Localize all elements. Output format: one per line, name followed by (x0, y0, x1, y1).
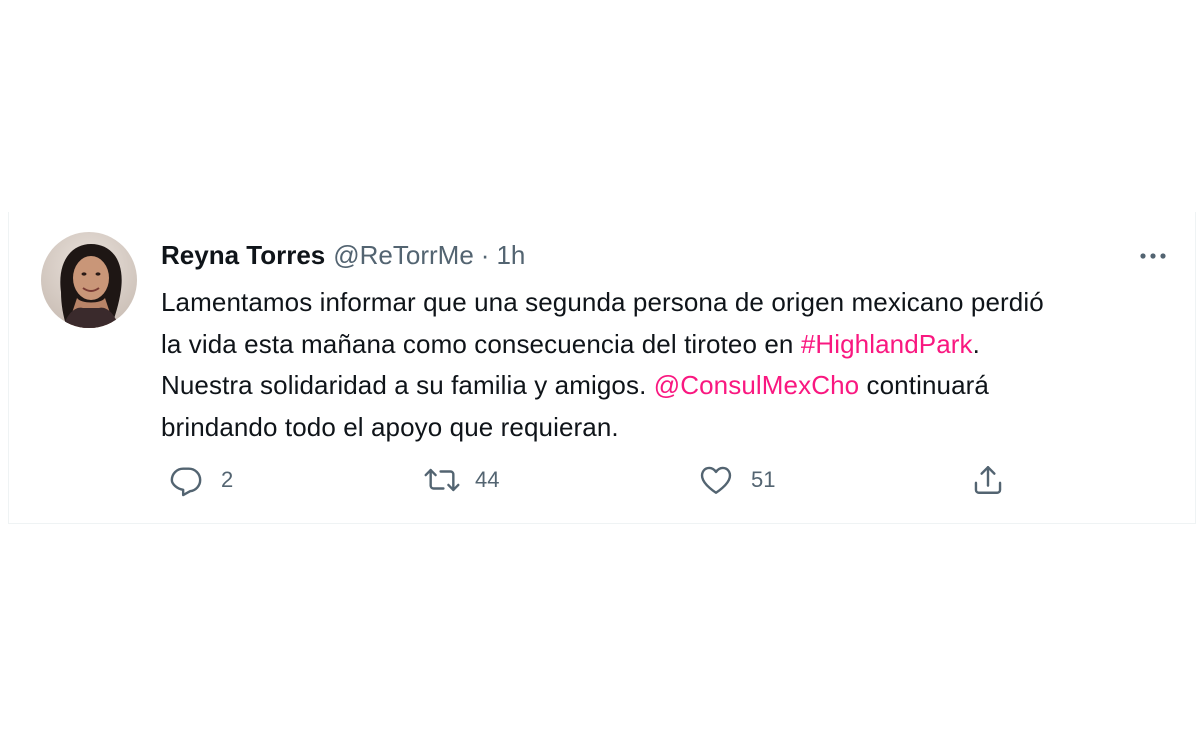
avatar[interactable] (41, 232, 137, 328)
text-segment: Nuestra solidaridad a su familia y amigo… (161, 370, 654, 400)
page: Reyna Torres @ReTorrMe · 1h Lamentamos i… (0, 0, 1200, 740)
tweet-card[interactable]: Reyna Torres @ReTorrMe · 1h Lamentamos i… (8, 212, 1196, 524)
like-button[interactable]: 51 (699, 460, 775, 500)
text-segment: la vida esta mañana como consecuencia de… (161, 328, 801, 359)
tweet-text-line: Lamentamos informar que una segunda pers… (161, 282, 1181, 324)
retweet-count: 44 (475, 467, 500, 492)
separator-dot: · (480, 239, 490, 270)
tweet-text-line: la vida esta mañana como consecuencia de… (161, 324, 1181, 366)
text-segment: . (972, 328, 980, 359)
hashtag-link[interactable]: #HighlandPark (801, 329, 973, 359)
user-handle[interactable]: @ReTorrMe (333, 240, 474, 271)
heart-icon (699, 460, 739, 500)
more-icon[interactable] (1133, 242, 1173, 270)
display-name[interactable]: Reyna Torres (161, 240, 325, 271)
share-icon (971, 460, 1011, 500)
profile-photo (41, 232, 137, 328)
retweet-icon (423, 460, 463, 500)
tweet-text-line: Nuestra solidaridad a su familia y amigo… (161, 365, 1181, 407)
mention-link[interactable]: @ConsulMexCho (654, 370, 859, 400)
tweet-actions: 2 44 51 (161, 460, 1061, 500)
timestamp[interactable]: 1h (496, 240, 525, 271)
tweet-header: Reyna Torres @ReTorrMe · 1h (161, 238, 525, 272)
text-segment: continuará (859, 370, 989, 400)
tweet-text-line: brindando todo el apoyo que requieran. (161, 407, 1181, 449)
like-count: 51 (751, 467, 776, 492)
text-segment: Lamentamos informar que una segunda pers… (161, 287, 1044, 317)
share-button[interactable] (971, 460, 1011, 500)
retweet-button[interactable]: 44 (423, 460, 499, 500)
reply-count: 2 (221, 467, 234, 492)
reply-button[interactable]: 2 (169, 460, 233, 500)
reply-icon (169, 460, 209, 500)
text-segment: brindando todo el apoyo que requieran. (161, 411, 619, 442)
tweet-text: Lamentamos informar que una segunda pers… (161, 282, 1181, 448)
